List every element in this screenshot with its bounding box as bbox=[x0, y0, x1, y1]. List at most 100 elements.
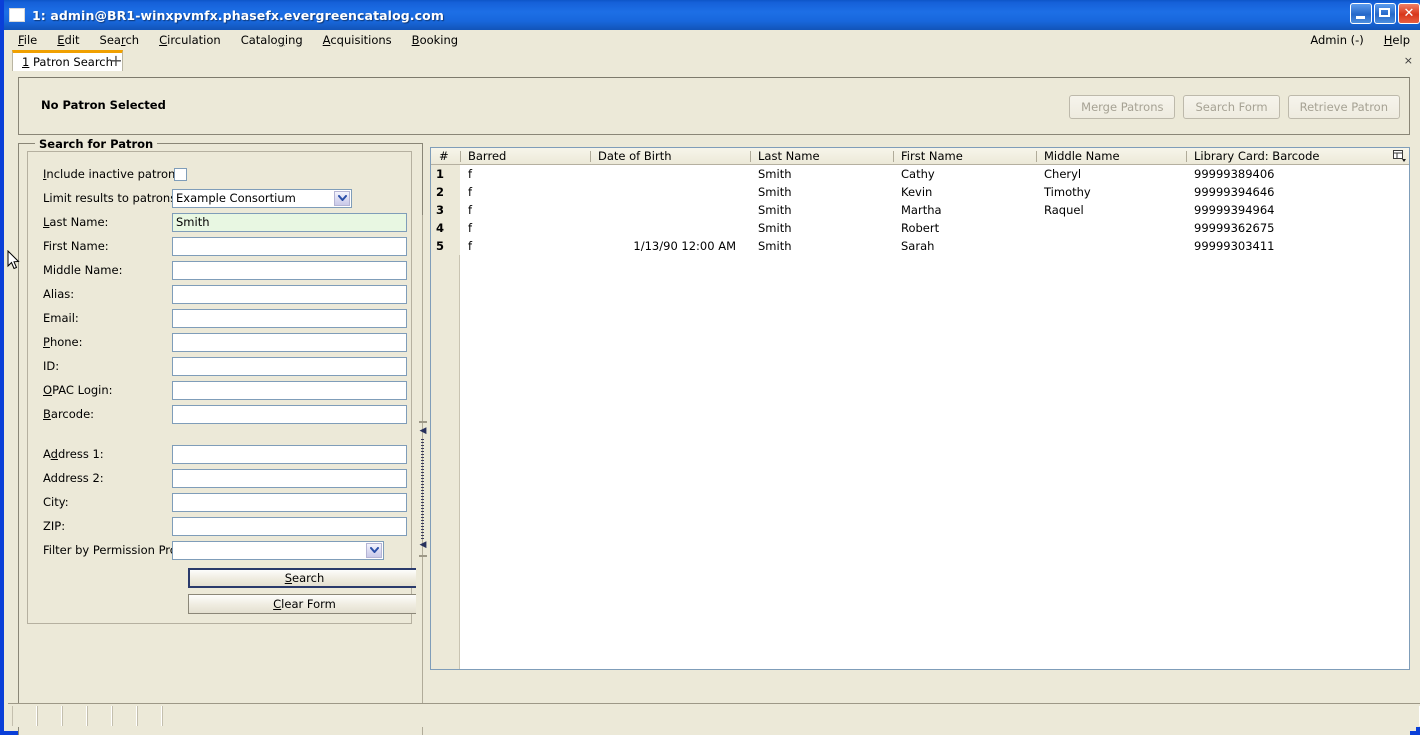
cell-last-name: Smith bbox=[758, 221, 792, 235]
menu-item-search[interactable]: Search bbox=[90, 31, 150, 49]
search-button[interactable]: Search bbox=[188, 568, 421, 588]
column-picker-icon[interactable] bbox=[1391, 149, 1408, 163]
table-row[interactable]: 5 f 1/13/90 12:00 AM Smith Sarah 9999930… bbox=[431, 237, 1409, 255]
application-window: 1: admin@BR1-winxpvmfx.phasefx.evergreen… bbox=[0, 0, 1420, 735]
field-row-city: City: bbox=[27, 490, 427, 514]
cell-date-of-birth bbox=[590, 201, 750, 219]
tab-patron-search[interactable]: 1 Patron Search bbox=[12, 50, 123, 71]
field-row-id: ID: bbox=[27, 354, 427, 378]
column-header-last-name[interactable]: Last Name bbox=[750, 148, 893, 164]
column-header-number[interactable]: # bbox=[431, 148, 460, 164]
close-tab-button[interactable]: × bbox=[1404, 54, 1413, 67]
last-name-input[interactable] bbox=[172, 212, 407, 232]
window-controls bbox=[1350, 3, 1420, 24]
cell-date-of-birth bbox=[590, 183, 750, 201]
zip-input[interactable] bbox=[172, 516, 407, 536]
address1-input[interactable] bbox=[172, 444, 407, 464]
field-row-zip: ZIP: bbox=[27, 514, 427, 538]
cell-first-name: Martha bbox=[901, 203, 942, 217]
chevron-down-icon[interactable] bbox=[366, 542, 382, 558]
table-row[interactable]: 1 f Smith Cathy Cheryl 99999389406 bbox=[431, 165, 1409, 183]
cell-middle-name: Raquel bbox=[1044, 203, 1084, 217]
search-group-title: Search for Patron bbox=[35, 137, 158, 151]
field-row-last-name: Last Name: bbox=[27, 210, 427, 234]
id-input[interactable] bbox=[172, 356, 407, 376]
address2-input[interactable] bbox=[172, 468, 407, 488]
cell-middle-name bbox=[1036, 237, 1186, 255]
minimize-button[interactable] bbox=[1350, 3, 1372, 24]
cell-first-name: Sarah bbox=[901, 239, 935, 253]
table-row[interactable]: 3 f Smith Martha Raquel 99999394964 bbox=[431, 201, 1409, 219]
search-form-button[interactable]: Search Form bbox=[1183, 95, 1280, 119]
results-grid-header: # Barred Date of Birth Last Name First N… bbox=[431, 148, 1409, 165]
cell-number: 5 bbox=[431, 237, 460, 255]
alias-input[interactable] bbox=[172, 284, 407, 304]
tab-number: 1 bbox=[22, 55, 30, 69]
menu-item-admin[interactable]: Admin (-) bbox=[1300, 31, 1373, 49]
field-row-middle-name: Middle Name: bbox=[27, 258, 427, 282]
field-row-include-inactive: Include inactive patrons? bbox=[27, 162, 427, 186]
splitter-collapse-right-icon[interactable]: ◀ bbox=[419, 541, 427, 550]
menu-bar-right: Admin (-) Help bbox=[1300, 31, 1420, 49]
status-panel bbox=[87, 706, 112, 726]
cell-barcode: 99999303411 bbox=[1194, 239, 1275, 253]
content-pane: No Patron Selected Merge Patrons Search … bbox=[8, 71, 1420, 735]
cell-first-name: Robert bbox=[901, 221, 940, 235]
menu-item-edit[interactable]: Edit bbox=[47, 31, 89, 49]
column-header-middle-name[interactable]: Middle Name bbox=[1036, 148, 1186, 164]
cell-barcode: 99999389406 bbox=[1194, 167, 1275, 181]
search-button-label: Search bbox=[284, 571, 325, 585]
splitter-grip[interactable] bbox=[421, 439, 424, 539]
email-input[interactable] bbox=[172, 308, 407, 328]
cell-last-name: Smith bbox=[758, 185, 792, 199]
cell-date-of-birth: 1/13/90 12:00 AM bbox=[633, 239, 736, 253]
limit-results-select[interactable]: Example Consortium bbox=[172, 188, 352, 208]
first-name-input[interactable] bbox=[172, 236, 407, 256]
retrieve-patron-button[interactable]: Retrieve Patron bbox=[1287, 95, 1400, 119]
merge-patrons-button[interactable]: Merge Patrons bbox=[1069, 95, 1176, 119]
menu-item-circulation[interactable]: Circulation bbox=[149, 31, 231, 49]
label-address2: Address 2: bbox=[43, 471, 104, 485]
clear-form-button-label: Clear Form bbox=[273, 597, 336, 611]
splitter-collapse-left-icon[interactable]: ◀ bbox=[419, 427, 427, 436]
panel-splitter[interactable]: ◀ ◀ bbox=[416, 215, 430, 735]
close-button[interactable] bbox=[1398, 3, 1420, 24]
label-barcode: Barcode: bbox=[43, 407, 95, 421]
menu-bar: File Edit Search Circulation Cataloging … bbox=[8, 30, 1420, 50]
city-input[interactable] bbox=[172, 492, 407, 512]
column-header-date-of-birth[interactable]: Date of Birth bbox=[590, 148, 750, 164]
label-zip: ZIP: bbox=[43, 519, 66, 533]
opac-login-input[interactable] bbox=[172, 380, 407, 400]
menu-item-acquisitions[interactable]: Acquisitions bbox=[313, 31, 402, 49]
menu-item-booking[interactable]: Booking bbox=[402, 31, 468, 49]
menu-item-file[interactable]: File bbox=[8, 31, 47, 49]
label-middle-name: Middle Name: bbox=[43, 263, 123, 277]
search-form-fields: Include inactive patrons? Limit results … bbox=[27, 162, 427, 614]
field-row-opac-login: OPAC Login: bbox=[27, 378, 427, 402]
field-row-permission-profile: Filter by Permission Profile: bbox=[27, 538, 427, 562]
cell-barred: f bbox=[468, 203, 473, 217]
new-tab-button[interactable]: + bbox=[108, 53, 124, 69]
label-limit-results: Limit results to patrons in bbox=[43, 191, 191, 205]
column-header-barred[interactable]: Barred bbox=[460, 148, 590, 164]
label-phone: Phone: bbox=[43, 335, 83, 349]
table-row[interactable]: 4 f Smith Robert 99999362675 bbox=[431, 219, 1409, 237]
chevron-down-icon[interactable] bbox=[334, 190, 350, 206]
field-row-email: Email: bbox=[27, 306, 427, 330]
field-row-phone: Phone: bbox=[27, 330, 427, 354]
permission-profile-select[interactable] bbox=[172, 540, 384, 560]
column-header-first-name[interactable]: First Name bbox=[893, 148, 1036, 164]
column-header-library-card-barcode[interactable]: Library Card: Barcode bbox=[1186, 148, 1391, 164]
form-spacer bbox=[27, 426, 427, 442]
status-panel bbox=[137, 706, 162, 726]
menu-item-cataloging[interactable]: Cataloging bbox=[231, 31, 313, 49]
include-inactive-checkbox[interactable] bbox=[174, 167, 187, 181]
middle-name-input[interactable] bbox=[172, 260, 407, 280]
barcode-input[interactable] bbox=[172, 404, 407, 424]
menu-item-help[interactable]: Help bbox=[1374, 31, 1420, 49]
cell-number: 4 bbox=[431, 219, 460, 237]
clear-form-button[interactable]: Clear Form bbox=[188, 594, 421, 614]
phone-input[interactable] bbox=[172, 332, 407, 352]
maximize-button[interactable] bbox=[1374, 3, 1396, 24]
table-row[interactable]: 2 f Smith Kevin Timothy 99999394646 bbox=[431, 183, 1409, 201]
